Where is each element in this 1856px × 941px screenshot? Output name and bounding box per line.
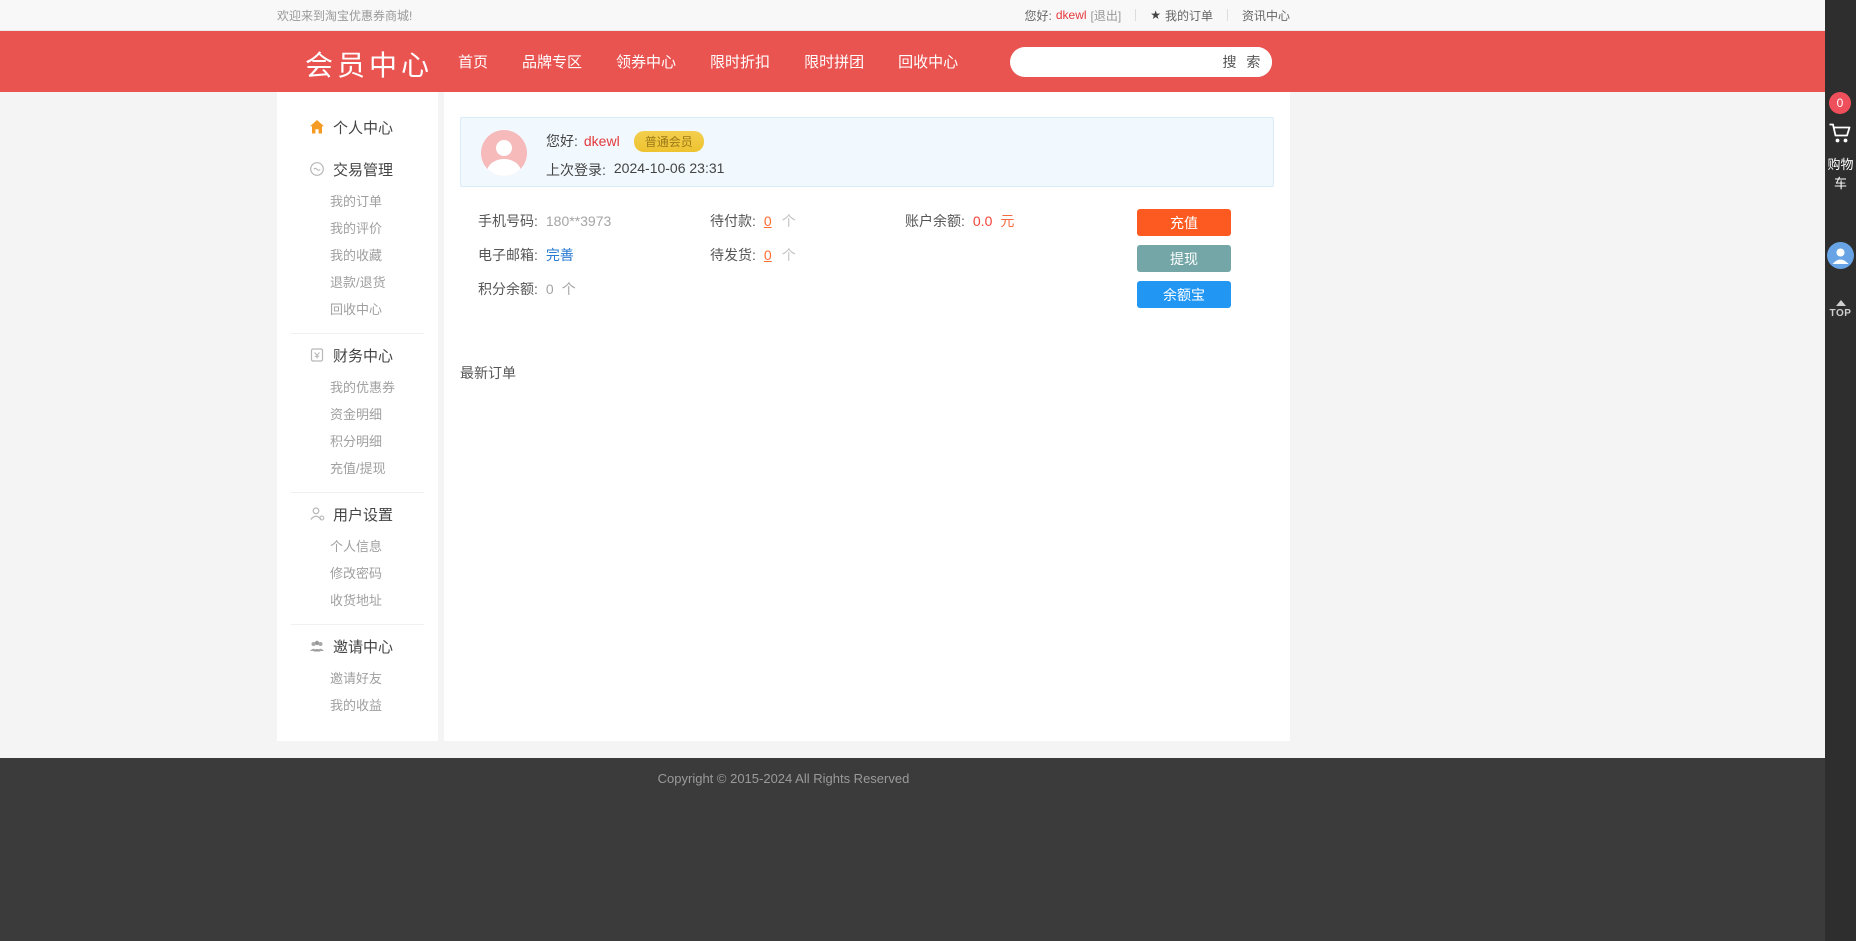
sidebar-item-points-details[interactable]: 积分明细 <box>277 428 438 455</box>
topbar-divider <box>1227 9 1228 21</box>
sidebar-item-recycle-center[interactable]: 回收中心 <box>277 296 438 323</box>
pending-payment-count-link[interactable]: 0 <box>764 213 772 229</box>
topbar-username-link[interactable]: dkewl <box>1056 8 1087 22</box>
sidebar-item-my-favorites[interactable]: 我的收藏 <box>277 242 438 269</box>
welcome-text: 欢迎来到淘宝优惠券商城! <box>277 7 412 24</box>
nav-home[interactable]: 首页 <box>452 47 494 76</box>
last-login-label: 上次登录: <box>546 160 606 180</box>
nav-flash-discount[interactable]: 限时折扣 <box>704 47 776 76</box>
star-icon: ★ <box>1150 8 1161 22</box>
main-header: 会员中心 首页 品牌专区 领券中心 限时折扣 限时拼团 回收中心 搜 索 <box>0 31 1825 92</box>
balance-value: 0.0 <box>973 213 992 229</box>
sidebar-item-recharge-withdraw[interactable]: 充值/提现 <box>277 455 438 482</box>
nav-recycle-center[interactable]: 回收中心 <box>892 47 964 76</box>
cart-count-badge: 0 <box>1829 92 1851 114</box>
sidebar-item-invite-friends[interactable]: 邀请好友 <box>277 665 438 692</box>
points-unit: 个 <box>562 279 576 299</box>
pending-shipping-unit: 个 <box>782 245 796 265</box>
cart-icon[interactable] <box>1828 122 1853 149</box>
logout-link[interactable]: [退出] <box>1091 7 1122 24</box>
back-to-top-button[interactable]: TOP <box>1825 300 1856 319</box>
sidebar-divider <box>291 492 424 493</box>
sidebar-item-shipping-address[interactable]: 收货地址 <box>277 587 438 614</box>
email-label: 电子邮箱: <box>478 245 538 265</box>
topbar-divider <box>1135 9 1136 21</box>
copyright-text: Copyright © 2015-2024 All Rights Reserve… <box>277 758 1290 786</box>
balance-unit: 元 <box>1000 211 1014 231</box>
points-value: 0 <box>546 281 554 297</box>
sidebar-item-my-reviews[interactable]: 我的评价 <box>277 215 438 242</box>
sidebar-item-refund-return[interactable]: 退款/退货 <box>277 269 438 296</box>
news-center-link[interactable]: 资讯中心 <box>1242 7 1290 24</box>
phone-value: 180**3973 <box>546 213 611 229</box>
pending-payment-unit: 个 <box>782 211 796 231</box>
profile-greeting-label: 您好: <box>546 131 578 151</box>
sidebar-item-my-earnings[interactable]: 我的收益 <box>277 692 438 719</box>
user-settings-icon <box>309 506 325 522</box>
nav-coupon-center[interactable]: 领券中心 <box>610 47 682 76</box>
phone-label: 手机号码: <box>478 211 538 231</box>
right-rail: 0 购物车 TOP <box>1825 0 1856 941</box>
footer: Copyright © 2015-2024 All Rights Reserve… <box>0 758 1825 941</box>
latest-orders-title: 最新订单 <box>460 363 1274 383</box>
sidebar-item-finance-center[interactable]: 财务中心 <box>277 344 438 366</box>
member-center-page: 欢迎来到淘宝优惠券商城! 您好: dkewl [退出] ★ 我的订单 资讯中心 … <box>0 0 1856 941</box>
email-complete-link[interactable]: 完善 <box>546 245 574 265</box>
pending-payment-label: 待付款: <box>710 211 756 231</box>
sidebar-item-user-settings[interactable]: 用户设置 <box>277 503 438 525</box>
account-summary: 手机号码: 180**3973 电子邮箱: 完善 积分余额: 0 个 待付款: … <box>460 201 1274 325</box>
search-button[interactable]: 搜 索 <box>1214 47 1272 77</box>
nav-group-buy[interactable]: 限时拼团 <box>798 47 870 76</box>
profile-username: dkewl <box>584 133 620 149</box>
sidebar-section-title: 邀请中心 <box>333 636 393 657</box>
sidebar-item-trade-management[interactable]: 交易管理 <box>277 158 438 180</box>
sidebar-section-title: 用户设置 <box>333 504 393 525</box>
search-input[interactable] <box>1010 47 1214 77</box>
withdraw-button[interactable]: 提现 <box>1137 245 1231 272</box>
sidebar-divider <box>291 333 424 334</box>
sidebar-item-change-password[interactable]: 修改密码 <box>277 560 438 587</box>
sidebar-item-invite-center[interactable]: 邀请中心 <box>277 635 438 657</box>
main-content: 您好: dkewl 普通会员 上次登录: 2024-10-06 23:31 手机… <box>444 92 1290 741</box>
points-label: 积分余额: <box>478 279 538 299</box>
pending-shipping-count-link[interactable]: 0 <box>764 247 772 263</box>
sidebar-section-title: 财务中心 <box>333 345 393 366</box>
sidebar-item-my-coupons[interactable]: 我的优惠券 <box>277 374 438 401</box>
sidebar: 个人中心 交易管理 我的订单 我的评价 我的收藏 退款/退货 回收中心 财务中心… <box>277 92 438 741</box>
last-login-time: 2024-10-06 23:31 <box>614 160 725 180</box>
pending-shipping-label: 待发货: <box>710 245 756 265</box>
home-icon <box>309 119 325 135</box>
nav-brand-zone[interactable]: 品牌专区 <box>516 47 588 76</box>
avatar <box>481 130 527 176</box>
sidebar-item-personal-info[interactable]: 个人信息 <box>277 533 438 560</box>
sidebar-item-my-orders[interactable]: 我的订单 <box>277 188 438 215</box>
my-orders-link[interactable]: 我的订单 <box>1165 7 1213 24</box>
cart-label[interactable]: 购物车 <box>1825 155 1856 193</box>
recharge-button[interactable]: 充值 <box>1137 209 1231 236</box>
customer-service-icon[interactable] <box>1827 242 1854 269</box>
finance-icon <box>309 347 325 363</box>
balance-label: 账户余额: <box>905 211 965 231</box>
site-logo[interactable]: 会员中心 <box>305 44 433 84</box>
yuebao-button[interactable]: 余额宝 <box>1137 281 1231 308</box>
user-info-card: 您好: dkewl 普通会员 上次登录: 2024-10-06 23:31 <box>460 117 1274 187</box>
invite-icon <box>309 638 325 654</box>
main-nav: 首页 品牌专区 领券中心 限时折扣 限时拼团 回收中心 <box>452 31 964 92</box>
sidebar-section-title: 交易管理 <box>333 159 393 180</box>
up-arrow-icon <box>1836 300 1846 306</box>
trade-icon <box>309 161 325 177</box>
sidebar-divider <box>291 624 424 625</box>
member-level-badge: 普通会员 <box>634 131 704 152</box>
sidebar-section-title: 个人中心 <box>333 117 393 138</box>
search-bar: 搜 索 <box>1010 47 1272 77</box>
sidebar-item-fund-details[interactable]: 资金明细 <box>277 401 438 428</box>
greeting-label: 您好: <box>1025 7 1052 24</box>
topbar: 欢迎来到淘宝优惠券商城! 您好: dkewl [退出] ★ 我的订单 资讯中心 <box>0 0 1825 31</box>
sidebar-item-personal-center[interactable]: 个人中心 <box>277 116 438 138</box>
